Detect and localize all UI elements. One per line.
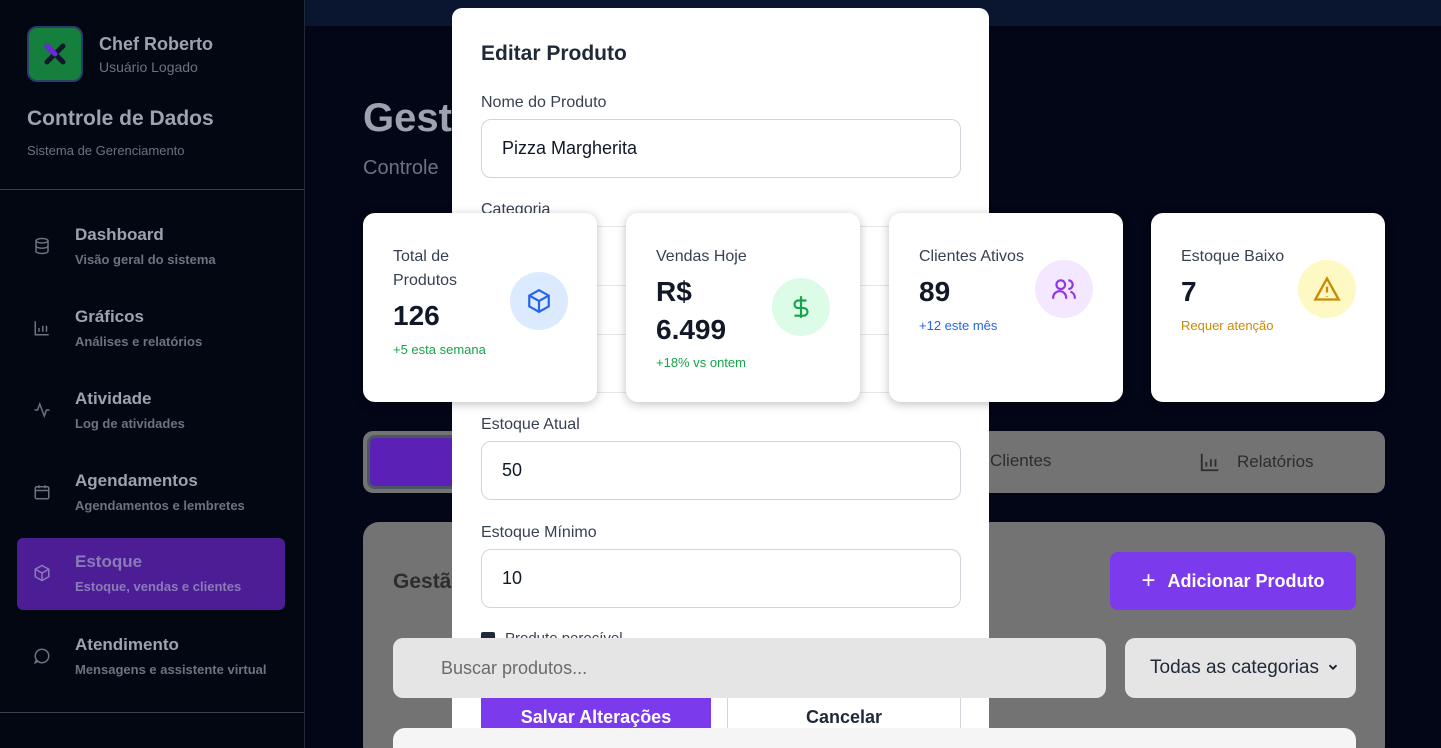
stat-note: +5 esta semana <box>393 342 486 357</box>
stat-card-total-products: Total de Produtos 126 +5 esta semana <box>363 213 597 402</box>
tab-label: Relatórios <box>1237 452 1314 471</box>
sidebar-item-label: Agendamentos <box>75 471 198 490</box>
current-stock-field[interactable]: 50 <box>481 441 961 500</box>
sidebar-item-desc: Análises e relatórios <box>75 334 203 349</box>
sidebar-item-desc: Mensagens e assistente virtual <box>75 662 267 677</box>
stat-value: 6.499 <box>656 314 727 345</box>
sidebar-item-graficos[interactable]: Gráficos Análises e relatórios <box>17 293 285 365</box>
plus-icon: + <box>1141 567 1156 594</box>
alert-triangle-icon <box>1313 276 1341 301</box>
brand-title: Controle de Dados <box>27 107 214 130</box>
product-name-field[interactable]: Pizza Margherita <box>481 119 961 178</box>
stat-value: 7 <box>1181 276 1197 307</box>
tab-relatorios[interactable]: Relatórios <box>1199 451 1314 473</box>
message-circle-icon <box>33 648 50 665</box>
dollar-icon <box>793 296 809 318</box>
stat-card-low-stock: Estoque Baixo 7 Requer atenção <box>1151 213 1385 402</box>
stat-icon <box>1298 260 1356 318</box>
brand-subtitle: Sistema de Gerenciamento <box>27 143 185 158</box>
package-icon <box>34 564 50 582</box>
stat-card-active-clients: Clientes Ativos 89 +12 este mês <box>889 213 1123 402</box>
stat-label: Total de Produtos <box>393 248 458 289</box>
stat-label: Estoque Baixo <box>1181 248 1285 265</box>
sidebar-item-desc: Log de atividades <box>75 416 185 431</box>
stat-icon <box>1035 260 1093 318</box>
tab-label: Clientes <box>990 451 1052 470</box>
sidebar-item-dashboard[interactable]: Dashboard Visão geral do sistema <box>17 211 285 283</box>
sidebar-item-desc: Visão geral do sistema <box>75 252 216 267</box>
calendar-icon <box>34 485 50 500</box>
stat-label: Vendas Hoje <box>656 248 747 265</box>
sidebar-item-label: Dashboard <box>75 225 164 244</box>
stat-value-currency: R$ <box>656 276 692 307</box>
sidebar-item-atividade[interactable]: Atividade Log de atividades <box>17 375 285 447</box>
page-title: Gest <box>363 96 452 140</box>
min-stock-label: Estoque Mínimo <box>481 524 597 541</box>
x-logo-icon <box>44 43 66 65</box>
sidebar-item-estoque[interactable]: Estoque Estoque, vendas e clientes <box>17 538 285 610</box>
sidebar-item-desc: Estoque, vendas e clientes <box>75 579 242 594</box>
package-icon <box>528 288 550 314</box>
add-product-button[interactable]: + Adicionar Produto <box>1110 552 1356 610</box>
stat-card-sales-today: Vendas Hoje R$ 6.499 +18% vs ontem <box>626 213 860 402</box>
min-stock-field[interactable]: 10 <box>481 549 961 608</box>
sidebar-divider <box>0 189 304 190</box>
app-logo <box>27 26 83 82</box>
add-product-label: Adicionar Produto <box>1167 570 1325 591</box>
activity-icon <box>34 401 50 419</box>
stat-note: +12 este mês <box>919 318 998 333</box>
page-subtitle: Controle <box>363 157 439 179</box>
chevron-down-icon <box>1328 664 1338 670</box>
stock-label: Estoque Atual <box>481 416 580 433</box>
user-profile: Chef Roberto Usuário Logado <box>27 26 213 82</box>
brand: Controle de Dados Sistema de Gerenciamen… <box>27 107 214 158</box>
sidebar: Chef Roberto Usuário Logado Controle de … <box>0 0 305 748</box>
stat-value: 89 <box>919 276 951 307</box>
stat-icon <box>772 278 830 336</box>
sidebar-item-atendimento[interactable]: Atendimento Mensagens e assistente virtu… <box>17 621 285 693</box>
current-stock-value: 50 <box>502 460 523 480</box>
modal-title: Editar Produto <box>481 42 627 65</box>
stat-icon <box>510 272 568 330</box>
bar-chart-icon <box>34 321 49 336</box>
panel-title: Gestã <box>393 570 452 593</box>
stat-note: +18% vs ontem <box>656 355 746 370</box>
min-stock-value: 10 <box>502 568 523 588</box>
database-icon <box>35 237 49 255</box>
users-icon <box>1052 279 1076 299</box>
user-role: Usuário Logado <box>99 58 198 75</box>
stat-label: Clientes Ativos <box>919 248 1024 265</box>
sidebar-item-label: Estoque <box>75 552 143 571</box>
bar-chart-icon <box>1200 453 1219 472</box>
stat-value: 126 <box>393 300 440 331</box>
stat-note: Requer atenção <box>1181 318 1274 333</box>
sidebar-item-label: Gráficos <box>75 307 144 326</box>
sidebar-item-label: Atividade <box>75 389 152 408</box>
user-name: Chef Roberto <box>99 33 213 54</box>
sidebar-item-label: Atendimento <box>75 635 179 654</box>
sidebar-item-desc: Agendamentos e lembretes <box>75 498 245 513</box>
sidebar-item-agendamentos[interactable]: Agendamentos Agendamentos e lembretes <box>17 457 285 529</box>
search-input[interactable] <box>393 638 1106 698</box>
category-select[interactable]: Todas as categorias <box>1125 638 1356 698</box>
category-select-value: Todas as categorias <box>1150 657 1319 678</box>
name-label: Nome do Produto <box>481 94 607 111</box>
products-table <box>393 728 1356 748</box>
tab-clientes[interactable]: Clientes <box>990 451 1051 471</box>
product-name-value: Pizza Margherita <box>502 138 638 158</box>
sidebar-divider <box>0 712 304 713</box>
